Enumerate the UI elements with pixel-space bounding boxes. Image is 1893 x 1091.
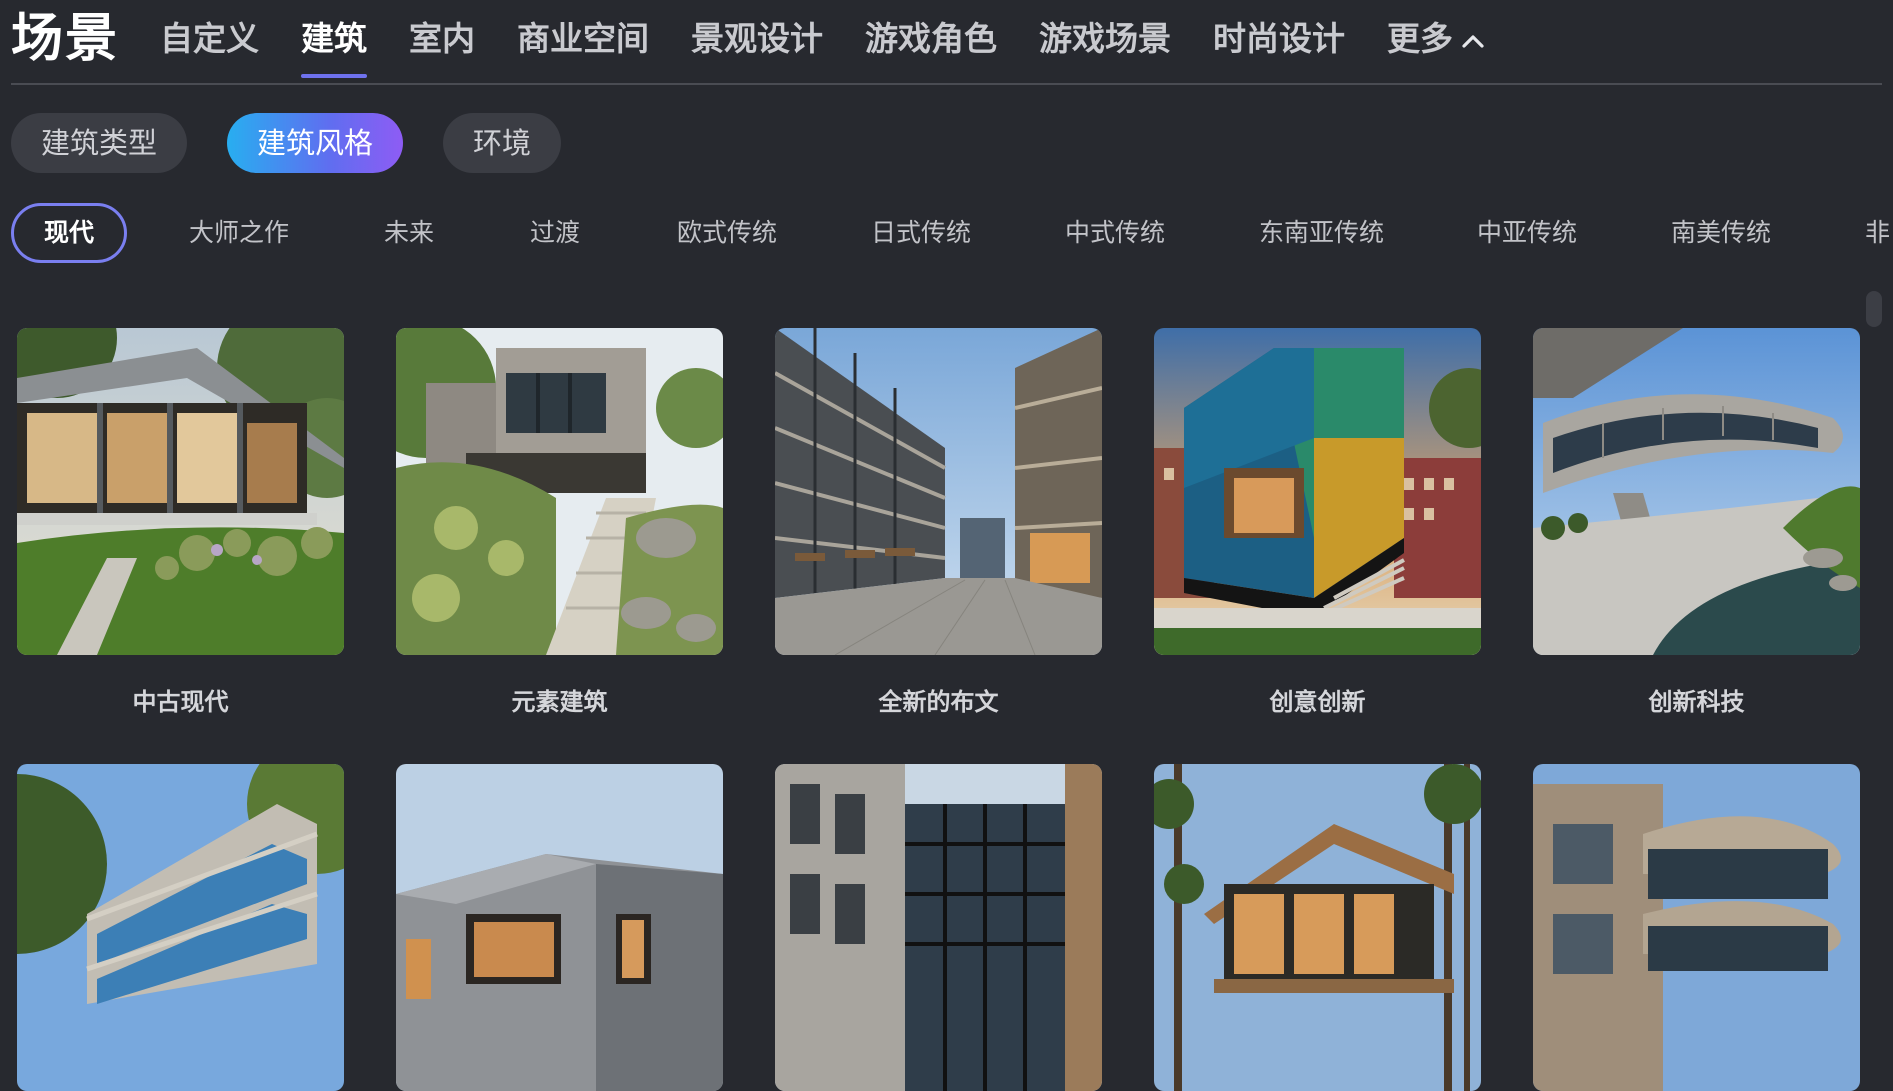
- nav-divider: [11, 83, 1882, 85]
- card-image: [1154, 328, 1481, 655]
- style-card[interactable]: 全新的布文: [775, 328, 1102, 716]
- tab-architecture[interactable]: 建筑: [301, 14, 367, 84]
- style-card[interactable]: [17, 764, 344, 1091]
- card-caption: 创意创新: [1269, 688, 1366, 716]
- card-image: [1154, 764, 1481, 1091]
- style-european-traditional[interactable]: 欧式传统: [677, 203, 777, 263]
- style-central-asian-traditional[interactable]: 中亚传统: [1477, 203, 1577, 263]
- card-image: [775, 328, 1102, 655]
- style-south-american-traditional[interactable]: 南美传统: [1671, 203, 1771, 263]
- style-card[interactable]: 创意创新: [1154, 328, 1481, 716]
- style-card[interactable]: [1154, 764, 1481, 1091]
- tab-commercial-space[interactable]: 商业空间: [517, 14, 649, 84]
- chevron-up-icon: [1461, 13, 1485, 63]
- style-card[interactable]: [775, 764, 1102, 1091]
- style-southeast-asian-traditional[interactable]: 东南亚传统: [1259, 203, 1384, 263]
- style-transitional[interactable]: 过渡: [530, 203, 580, 263]
- card-caption: 创新科技: [1648, 688, 1745, 716]
- tab-game-character[interactable]: 游戏角色: [865, 14, 997, 84]
- tab-interior[interactable]: 室内: [409, 14, 475, 84]
- style-card[interactable]: 创新科技: [1533, 328, 1860, 716]
- card-caption: 中古现代: [132, 688, 229, 716]
- style-masterpiece[interactable]: 大师之作: [189, 203, 289, 263]
- page-title: 场景: [11, 9, 120, 69]
- tab-game-scene[interactable]: 游戏场景: [1039, 14, 1171, 84]
- card-image: [775, 764, 1102, 1091]
- tab-more[interactable]: 更多: [1387, 14, 1485, 84]
- top-nav: 自定义 建筑 室内 商业空间 景观设计 游戏角色 游戏场景 时尚设计 更多: [160, 14, 1485, 84]
- subtab-architectural-style[interactable]: 建筑风格: [227, 113, 404, 173]
- tab-landscape-design[interactable]: 景观设计: [691, 14, 823, 84]
- style-future[interactable]: 未来: [384, 203, 434, 263]
- style-chinese-traditional[interactable]: 中式传统: [1065, 203, 1165, 263]
- scrollbar[interactable]: [1866, 291, 1882, 327]
- card-image: [1533, 764, 1860, 1091]
- style-card[interactable]: [1533, 764, 1860, 1091]
- style-card[interactable]: [396, 764, 723, 1091]
- card-image: [17, 328, 344, 655]
- card-image: [396, 328, 723, 655]
- style-card[interactable]: 中古现代: [17, 328, 344, 716]
- tab-fashion-design[interactable]: 时尚设计: [1213, 14, 1345, 84]
- tab-custom[interactable]: 自定义: [160, 14, 259, 84]
- card-image: [17, 764, 344, 1091]
- style-card[interactable]: 元素建筑: [396, 328, 723, 716]
- card-image: [1533, 328, 1860, 655]
- card-image: [396, 764, 723, 1091]
- card-caption: 元素建筑: [511, 688, 608, 716]
- style-african-traditional[interactable]: 非: [1865, 203, 1890, 263]
- style-modern[interactable]: 现代: [11, 203, 127, 263]
- subtab-environment[interactable]: 环境: [443, 113, 562, 173]
- style-filter-row: 现代 大师之作 未来 过渡 欧式传统 日式传统 中式传统 东南亚传统 中亚传统 …: [11, 203, 1893, 263]
- subtab-building-type[interactable]: 建筑类型: [11, 113, 188, 173]
- tab-more-label: 更多: [1387, 19, 1453, 58]
- card-caption: 全新的布文: [878, 688, 999, 716]
- sub-tabs: 建筑类型 建筑风格 环境: [11, 113, 562, 173]
- style-japanese-traditional[interactable]: 日式传统: [871, 203, 971, 263]
